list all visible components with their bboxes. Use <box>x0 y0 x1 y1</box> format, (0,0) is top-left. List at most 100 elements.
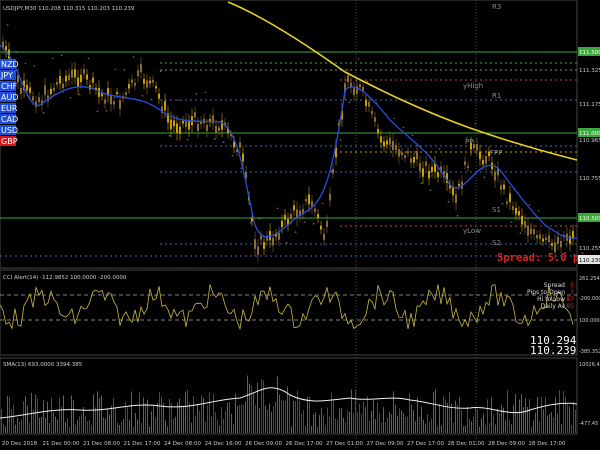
volume-bar <box>431 418 432 433</box>
volume-bar <box>495 424 496 433</box>
candle-body <box>542 238 544 242</box>
signal-arrow: ˄ <box>510 221 513 228</box>
candle-body <box>38 97 40 102</box>
signal-arrow: ˇ <box>6 25 9 32</box>
volume-bar <box>13 404 14 433</box>
volume-bar <box>363 401 364 433</box>
volume-bar <box>71 395 72 433</box>
volume-bar <box>467 406 468 433</box>
candle-body <box>173 120 175 127</box>
candle-body <box>32 96 34 101</box>
signal-arrow: ˄ <box>231 155 234 162</box>
volume-bar <box>93 394 94 433</box>
time-tick: 27 Dec 17:00 <box>407 441 444 447</box>
candle-body <box>80 74 82 83</box>
volume-bar <box>65 421 66 433</box>
trading-chart[interactable]: ˇˇˇ ˇ˄ˇ ˇ˄ ˄ˇ˄ ˄ˇ ˇˇ˄˄ˇ˄ˇ˄ˇ ˇ˄ ˄˄˄˄ˇˇ˄˄˄ ˄ˇˇ˄˄ˇˇ… <box>0 0 600 450</box>
signal-arrow: ˇ <box>51 58 54 65</box>
volume-bar <box>337 419 338 433</box>
price-tick: 110.239 <box>579 258 600 264</box>
candle-body <box>512 206 514 210</box>
candle-body <box>539 234 541 239</box>
volume-bar <box>79 416 80 433</box>
time-tick: 28 Dec 01:00 <box>448 441 485 447</box>
signal-arrow: ˇ <box>438 149 441 156</box>
candle-body <box>353 88 355 95</box>
volume-bar <box>207 405 208 433</box>
volume-bar <box>535 412 536 433</box>
volume-bar <box>53 412 54 433</box>
volume-bar <box>185 391 186 433</box>
candle-body <box>197 123 199 132</box>
candle-body <box>59 76 61 84</box>
candle-body <box>140 64 142 73</box>
signal-arrow: ˄ <box>312 223 315 230</box>
volume-bar <box>355 389 356 433</box>
signal-arrow: ˄ <box>249 222 252 229</box>
signal-arrow: ˄ <box>456 215 459 222</box>
volume-bar <box>455 400 456 433</box>
signal-arrow: ˄ <box>420 183 423 190</box>
pivot-high-label: yHigh <box>463 82 483 90</box>
volume-bar <box>279 394 280 433</box>
candle-body <box>314 208 316 212</box>
candle-body <box>347 75 349 83</box>
volume-bar <box>299 400 300 433</box>
candle-body <box>419 162 421 172</box>
signal-arrow: ˇ <box>132 57 135 64</box>
candle-body <box>359 84 361 88</box>
volume-bar <box>383 407 384 433</box>
candle-body <box>86 74 88 80</box>
volume-bar <box>333 399 334 433</box>
candle-body <box>188 121 190 130</box>
volume-bar <box>479 426 480 433</box>
volume-bar <box>221 407 222 433</box>
volume-bar <box>103 417 104 433</box>
candle-body <box>20 87 22 94</box>
candle-body <box>56 81 58 85</box>
time-tick: 21 Dec 00:00 <box>43 441 80 447</box>
volume-bar <box>87 420 88 433</box>
candle-body <box>215 126 217 133</box>
candle-body <box>284 214 286 220</box>
volume-bar <box>493 414 494 433</box>
volume-bar <box>367 396 368 433</box>
cci-info-value: 85 <box>566 303 574 310</box>
volume-bar <box>551 411 552 433</box>
candle-body <box>455 194 457 203</box>
volume-bar <box>295 401 296 433</box>
volume-bar <box>1 409 2 433</box>
currency-label: NZD <box>1 60 19 69</box>
price-tick: 111.325 <box>579 68 600 74</box>
candle-body <box>260 235 262 240</box>
candle-body <box>416 151 418 160</box>
candle-body <box>374 117 376 122</box>
candle-body <box>368 101 370 107</box>
volume-bar <box>153 406 154 433</box>
candle-body <box>176 123 178 133</box>
volume-bar <box>331 392 332 433</box>
time-tick: 24 Dec 16:00 <box>205 441 242 447</box>
candle-body <box>536 235 538 239</box>
pivot-fpp-label: FPP <box>490 149 502 157</box>
time-tick: 27 Dec 09:00 <box>367 441 404 447</box>
candle-body <box>218 127 220 131</box>
currency-label: JPY <box>0 71 13 80</box>
candle-body <box>560 240 562 248</box>
volume-bar <box>469 418 470 433</box>
volume-bar <box>141 423 142 433</box>
volume-bar <box>375 419 376 433</box>
volume-bar <box>75 424 76 433</box>
candle-body <box>263 242 265 249</box>
volume-bar <box>437 426 438 433</box>
candle-body <box>155 86 157 89</box>
volume-bar <box>353 413 354 433</box>
volume-bar <box>315 412 316 433</box>
candle-body <box>386 140 388 145</box>
volume-bar <box>553 417 554 433</box>
volume-bar <box>139 391 140 433</box>
candle-body <box>308 194 310 205</box>
candle-body <box>239 142 241 148</box>
signal-arrow: ˇ <box>330 171 333 178</box>
candle-body <box>557 236 559 244</box>
